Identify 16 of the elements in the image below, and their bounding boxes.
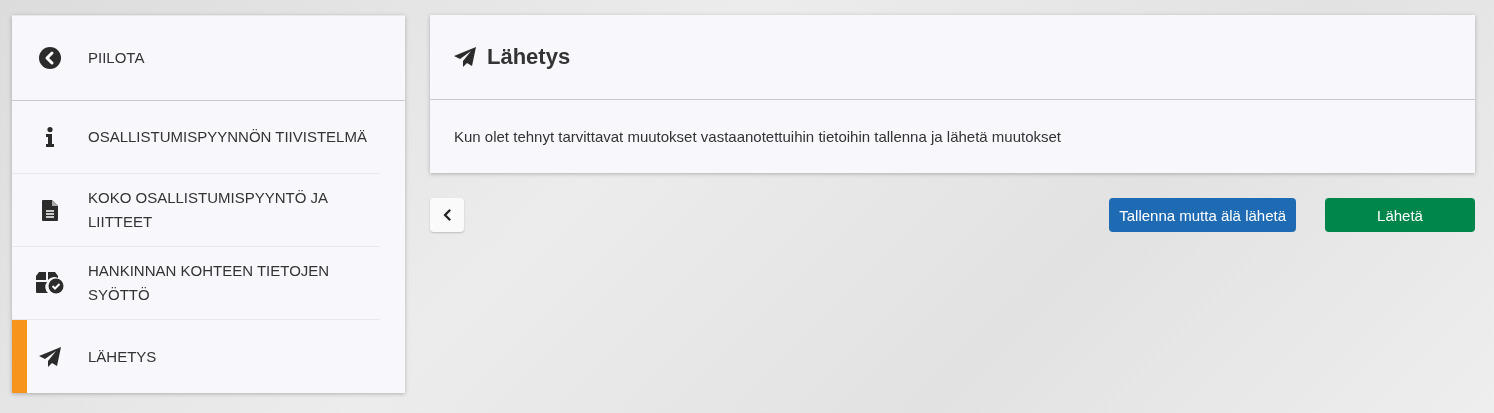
panel-title: Lähetys xyxy=(487,44,571,70)
paper-plane-icon xyxy=(454,47,476,67)
instruction-text: Kun olet tehnyt tarvittavat muutokset vastaanotettuihin tietoihin tallenna ja lähetä muutokset xyxy=(454,128,1062,145)
info-icon xyxy=(45,127,55,147)
sidebar-toggle[interactable]: PIILOTA xyxy=(12,15,405,101)
paper-plane-icon xyxy=(39,346,61,367)
sidebar-item[interactable]: OSALLISTUMISPYYNNÖN TIIVISTELMÄ xyxy=(12,101,380,173)
sidebar-item[interactable]: KOKO OSALLISTUMISPYYNTÖ JA LIITTEET xyxy=(12,173,380,246)
send-button[interactable]: Lähetä xyxy=(1325,198,1475,232)
back-circle-icon xyxy=(39,47,61,69)
sidebar-item[interactable]: LÄHETYS xyxy=(12,319,380,393)
back-button[interactable] xyxy=(430,198,464,232)
save-button[interactable]: Tallenna mutta älä lähetä xyxy=(1109,198,1296,232)
chevron-left-icon xyxy=(443,209,451,221)
box-check-icon xyxy=(36,272,64,294)
document-icon xyxy=(42,199,58,221)
